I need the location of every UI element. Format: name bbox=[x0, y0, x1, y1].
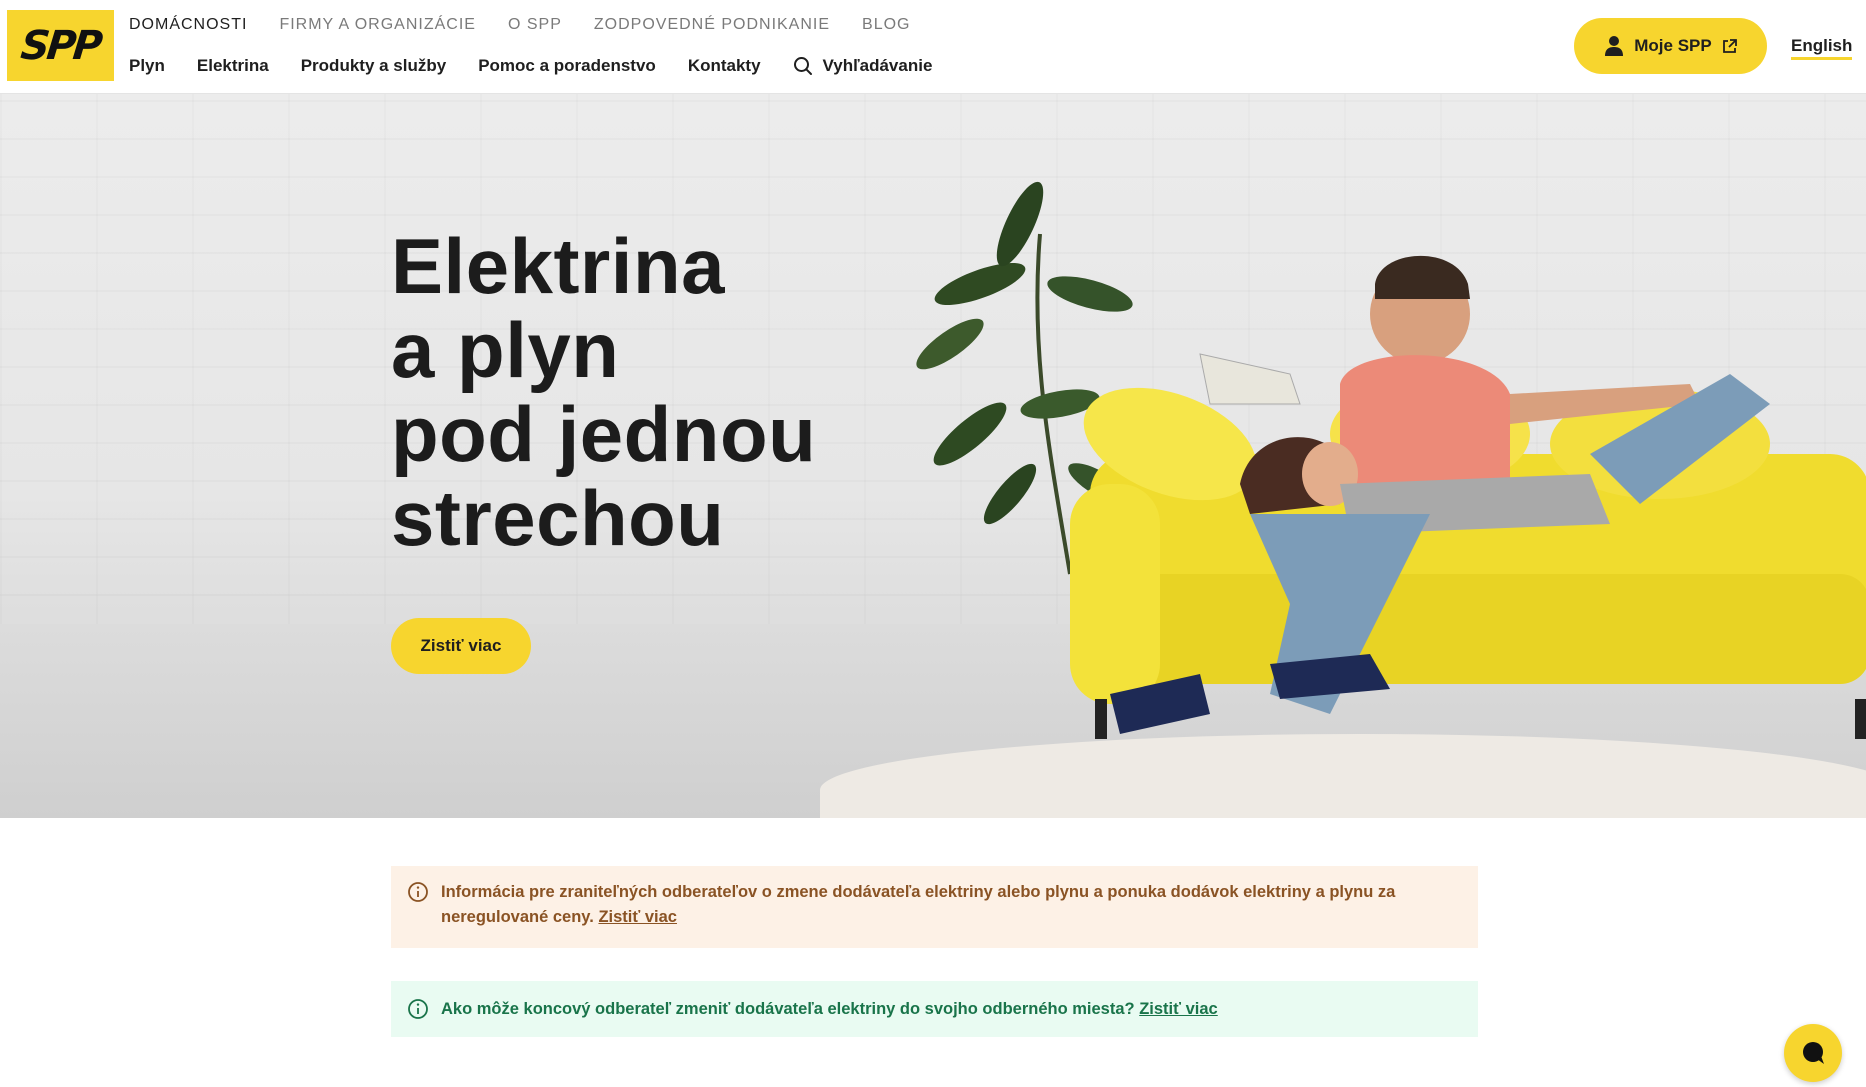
hero-title: Elektrina a plyn pod jednou strechou bbox=[391, 224, 871, 560]
notice-message: Ako môže koncový odberateľ zmeniť dodáva… bbox=[441, 999, 1135, 1018]
segment-nav-about[interactable]: O SPP bbox=[508, 15, 562, 35]
vulnerable-customers-notice: Informácia pre zraniteľných odberateľov … bbox=[391, 866, 1478, 948]
info-icon bbox=[408, 999, 428, 1019]
chat-button[interactable] bbox=[1784, 1024, 1842, 1082]
main-nav: Plyn Elektrina Produkty a služby Pomoc a… bbox=[129, 55, 932, 77]
notice-text: Informácia pre zraniteľných odberateľov … bbox=[441, 880, 1460, 930]
hero-title-line: pod jednou bbox=[391, 390, 817, 478]
external-link-icon bbox=[1722, 38, 1737, 53]
info-icon bbox=[408, 882, 428, 902]
hero-photo-couple-on-sofa bbox=[916, 181, 1866, 739]
segment-nav-responsible-business[interactable]: ZODPOVEDNÉ PODNIKANIE bbox=[594, 15, 830, 35]
user-icon bbox=[1605, 36, 1624, 56]
chat-bubble-icon bbox=[1803, 1042, 1824, 1064]
hero-banner: Elektrina a plyn pod jednou strechou Zis… bbox=[0, 94, 1866, 818]
segment-nav-companies[interactable]: FIRMY A ORGANIZÁCIE bbox=[279, 15, 476, 35]
segment-nav-blog[interactable]: BLOG bbox=[862, 15, 910, 35]
notice-message: Informácia pre zraniteľných odberateľov … bbox=[441, 883, 1396, 926]
moje-spp-label: Moje SPP bbox=[1634, 36, 1712, 55]
hero-title-line: a plyn bbox=[391, 306, 620, 394]
hero-title-line: Elektrina bbox=[391, 222, 725, 310]
spp-logo[interactable]: SPP bbox=[7, 10, 114, 81]
main-nav-electricity[interactable]: Elektrina bbox=[197, 55, 269, 77]
main-nav-products[interactable]: Produkty a služby bbox=[301, 55, 446, 77]
hero-title-line: strechou bbox=[391, 474, 725, 562]
main-nav-help[interactable]: Pomoc a poradenstvo bbox=[478, 55, 656, 77]
notice-link[interactable]: Zistiť viac bbox=[598, 908, 677, 926]
change-supplier-notice: Ako môže koncový odberateľ zmeniť dodáva… bbox=[391, 981, 1478, 1037]
notice-link[interactable]: Zistiť viac bbox=[1139, 1000, 1218, 1018]
search-label: Vyhľadávanie bbox=[822, 56, 933, 75]
segment-nav-households[interactable]: DOMÁCNOSTI bbox=[129, 15, 247, 35]
moje-spp-button[interactable]: Moje SPP bbox=[1574, 18, 1767, 74]
notice-text: Ako môže koncový odberateľ zmeniť dodáva… bbox=[441, 997, 1218, 1022]
site-header: SPP DOMÁCNOSTI FIRMY A ORGANIZÁCIE O SPP… bbox=[0, 0, 1866, 94]
search-icon bbox=[793, 57, 812, 75]
search-button[interactable]: Vyhľadávanie bbox=[793, 56, 933, 76]
main-nav-contacts[interactable]: Kontakty bbox=[688, 55, 761, 77]
language-switch[interactable]: English bbox=[1791, 36, 1853, 60]
logo-text: SPP bbox=[18, 22, 103, 69]
main-nav-gas[interactable]: Plyn bbox=[129, 55, 165, 77]
hero-cta-button[interactable]: Zistiť viac bbox=[391, 618, 531, 674]
segment-nav: DOMÁCNOSTI FIRMY A ORGANIZÁCIE O SPP ZOD… bbox=[129, 15, 943, 35]
